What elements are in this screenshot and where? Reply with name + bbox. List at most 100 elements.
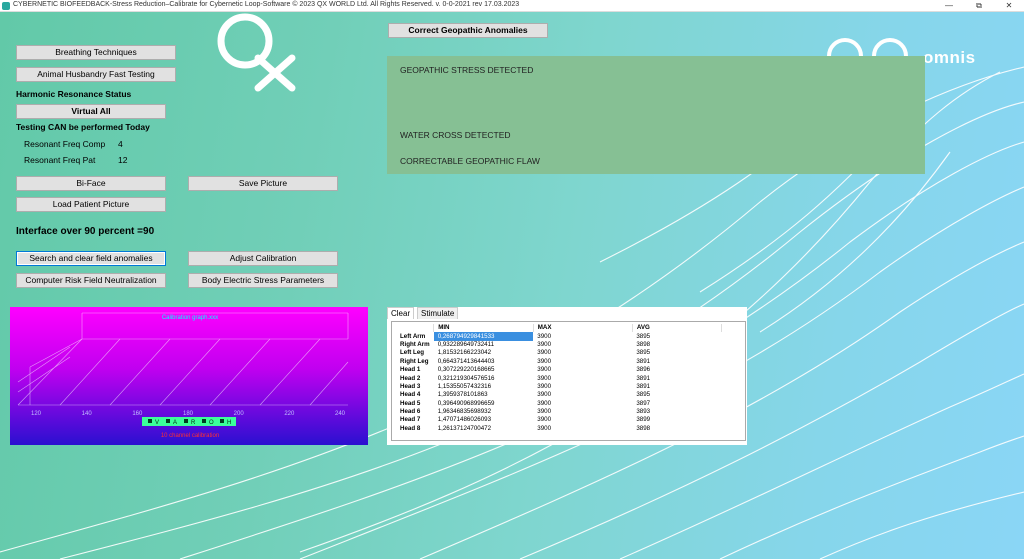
calibration-chart: Calibration graph.xxx 10 channel calibra… bbox=[10, 307, 368, 445]
row-header-cell[interactable]: Head 2 bbox=[396, 374, 434, 382]
adjust-calibration-button[interactable]: Adjust Calibration bbox=[188, 251, 338, 266]
table-cell[interactable]: 3891 bbox=[632, 374, 721, 382]
table-cell[interactable]: 0,396490968996659 bbox=[434, 400, 534, 408]
table-cell[interactable]: 3900 bbox=[533, 425, 632, 433]
row-header-cell[interactable]: Head 5 bbox=[396, 400, 434, 408]
table-cell[interactable]: 0,307229220168665 bbox=[434, 366, 534, 374]
tab-stimulate[interactable]: Stimulate bbox=[417, 307, 459, 319]
animal-husbandry-button[interactable]: Animal Husbandry Fast Testing bbox=[16, 67, 176, 82]
table-row[interactable]: Head 3 1,15355057432316 3900 3891 bbox=[396, 383, 722, 391]
body-electric-stress-button[interactable]: Body Electric Stress Parameters bbox=[188, 273, 338, 288]
minimize-button[interactable]: — bbox=[934, 0, 964, 12]
table-cell[interactable]: 3895 bbox=[632, 391, 721, 399]
table-row[interactable]: Head 8 1,26137124700472 3900 3898 bbox=[396, 425, 722, 433]
testing-status-label: Testing CAN be performed Today bbox=[16, 122, 150, 132]
table-cell[interactable]: 3900 bbox=[533, 408, 632, 416]
row-header-cell[interactable]: Head 1 bbox=[396, 366, 434, 374]
row-header-cell[interactable]: Left Arm bbox=[396, 332, 434, 340]
table-cell[interactable]: 3900 bbox=[533, 383, 632, 391]
table-row[interactable]: Left Arm 0,268794929841533 3900 3895 bbox=[396, 332, 722, 341]
table-cell[interactable]: 1,96346835698932 bbox=[434, 408, 534, 416]
row-header-cell[interactable]: Head 3 bbox=[396, 383, 434, 391]
search-clear-anomalies-button[interactable]: Search and clear field anomalies bbox=[16, 251, 166, 266]
row-header-cell[interactable]: Right Arm bbox=[396, 341, 434, 349]
table-cell[interactable]: 1,15355057432316 bbox=[434, 383, 534, 391]
table-cell[interactable]: 1,26137124700472 bbox=[434, 425, 534, 433]
row-header-cell[interactable]: Head 6 bbox=[396, 408, 434, 416]
legend-label: O bbox=[209, 420, 214, 426]
maximize-button[interactable]: ⧉ bbox=[964, 0, 994, 12]
correct-geopathic-button[interactable]: Correct Geopathic Anomalies bbox=[388, 23, 548, 38]
table-cell[interactable]: 0,664371413644403 bbox=[434, 358, 534, 366]
row-header-cell[interactable]: Right Leg bbox=[396, 358, 434, 366]
table-cell[interactable]: 3891 bbox=[632, 358, 721, 366]
resonant-freq-comp-value: 4 bbox=[118, 139, 123, 149]
tab-clear[interactable]: Clear bbox=[387, 307, 415, 319]
chart-x-tick-label: 160 bbox=[132, 411, 143, 417]
legend-label: V bbox=[155, 420, 159, 426]
table-cell[interactable]: 1,3959378101863 bbox=[434, 391, 534, 399]
table-cell[interactable]: 3898 bbox=[632, 425, 721, 433]
load-patient-picture-button[interactable]: Load Patient Picture bbox=[16, 197, 166, 212]
table-row[interactable]: Head 6 1,96346835698932 3900 3893 bbox=[396, 408, 722, 416]
table-cell[interactable]: 3896 bbox=[632, 366, 721, 374]
chart-xlabel: 10 channel calibration bbox=[161, 433, 219, 439]
table-row[interactable]: Right Leg 0,664371413644403 3900 3891 bbox=[396, 358, 722, 366]
table-cell[interactable]: 1,47071486026093 bbox=[434, 416, 534, 424]
table-cell[interactable]: 3899 bbox=[632, 416, 721, 424]
legend-label: H bbox=[227, 420, 231, 426]
geopathic-stress-text: GEOPATHIC STRESS DETECTED bbox=[400, 65, 534, 75]
resonant-freq-pat-value: 12 bbox=[118, 155, 128, 165]
table-cell[interactable]: 3898 bbox=[632, 341, 721, 349]
table-cell[interactable]: 0,268794929841533 bbox=[433, 332, 534, 341]
window-title: CYBERNETIC BIOFEEDBACK-Stress Reduction–… bbox=[13, 1, 520, 8]
table-cell[interactable]: 3900 bbox=[533, 391, 632, 399]
computer-risk-field-button[interactable]: Computer Risk Field Neutralization bbox=[16, 273, 166, 288]
table-row[interactable]: Head 7 1,47071486026093 3900 3899 bbox=[396, 416, 722, 424]
bi-face-button[interactable]: Bi-Face bbox=[16, 176, 166, 191]
table-cell[interactable]: 3900 bbox=[533, 349, 632, 357]
table-cell[interactable]: 3900 bbox=[533, 400, 632, 408]
row-header-cell[interactable]: Head 7 bbox=[396, 416, 434, 424]
legend-marker bbox=[148, 419, 152, 423]
table-row[interactable]: Head 1 0,307229220168665 3900 3896 bbox=[396, 366, 722, 374]
table-cell[interactable]: 0,932289649732411 bbox=[434, 341, 534, 349]
table-cell[interactable]: 3900 bbox=[533, 332, 632, 340]
table-cell[interactable]: 3900 bbox=[533, 341, 632, 349]
table-cell[interactable]: 3893 bbox=[632, 408, 721, 416]
table-cell[interactable]: 3895 bbox=[632, 349, 721, 357]
legend-marker bbox=[184, 419, 188, 423]
resonant-freq-comp-label: Resonant Freq Comp bbox=[24, 139, 106, 149]
table-cell[interactable]: 1,81532166223042 bbox=[434, 349, 534, 357]
app-icon bbox=[2, 2, 10, 10]
table-cell[interactable]: 3897 bbox=[632, 400, 721, 408]
close-button[interactable]: ✕ bbox=[994, 0, 1024, 12]
table-cell[interactable]: 3900 bbox=[533, 358, 632, 366]
virtual-all-button[interactable]: Virtual All bbox=[16, 104, 166, 119]
row-header-cell[interactable]: Head 8 bbox=[396, 425, 434, 433]
table-row[interactable]: Head 4 1,3959378101863 3900 3895 bbox=[396, 391, 722, 399]
water-cross-text: WATER CROSS DETECTED bbox=[400, 130, 511, 140]
table-row[interactable]: Right Arm 0,932289649732411 3900 3898 bbox=[396, 341, 722, 349]
table-row[interactable]: Left Leg 1,81532166223042 3900 3895 bbox=[396, 349, 722, 357]
table-cell[interactable]: 3895 bbox=[632, 332, 721, 340]
legend-label: A bbox=[173, 420, 177, 426]
row-header-cell[interactable]: Left Leg bbox=[396, 349, 434, 357]
legend-marker bbox=[220, 419, 224, 423]
table-cell[interactable]: 3900 bbox=[533, 374, 632, 382]
breathing-techniques-button[interactable]: Breathing Techniques bbox=[16, 45, 176, 60]
interface-percent-label: Interface over 90 percent =90 bbox=[16, 226, 155, 237]
legend-label: R bbox=[191, 420, 196, 426]
table-header-blank bbox=[396, 324, 435, 333]
save-picture-button[interactable]: Save Picture bbox=[188, 176, 338, 191]
row-header-cell[interactable]: Head 4 bbox=[396, 391, 434, 399]
table-row[interactable]: Head 5 0,396490968996659 3900 3897 bbox=[396, 400, 722, 408]
table-row[interactable]: Head 2 0,321219304576516 3900 3891 bbox=[396, 374, 722, 382]
table-cell[interactable]: 3900 bbox=[533, 366, 632, 374]
table-cell[interactable]: 3891 bbox=[632, 383, 721, 391]
table-cell[interactable]: 3900 bbox=[533, 416, 632, 424]
qx-logo bbox=[217, 13, 296, 92]
chart-x-tick-label: 140 bbox=[82, 411, 93, 417]
harmonic-resonance-status-label: Harmonic Resonance Status bbox=[16, 89, 132, 99]
table-cell[interactable]: 0,321219304576516 bbox=[434, 374, 534, 382]
